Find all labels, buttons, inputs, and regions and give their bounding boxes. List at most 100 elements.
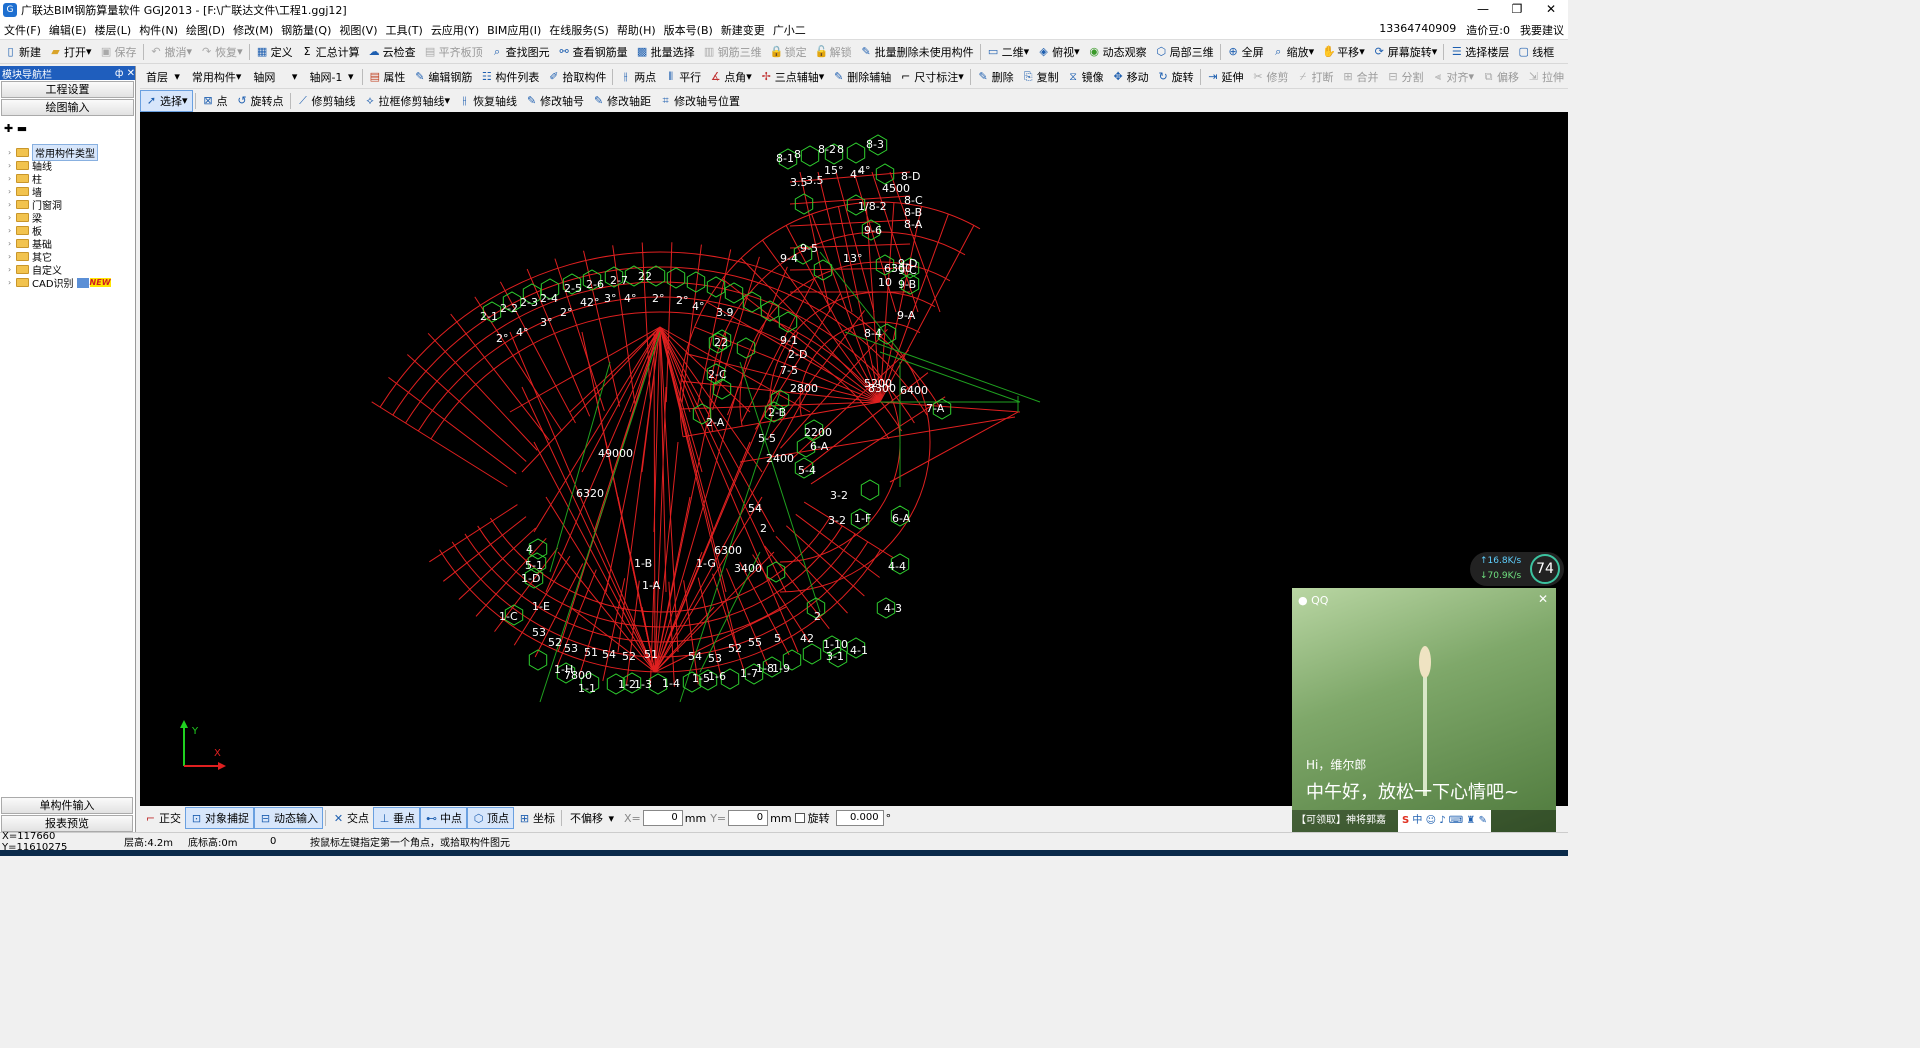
menu-modify[interactable]: 修改(M) xyxy=(229,22,277,38)
2d-button[interactable]: ▭ 二维 ▾ xyxy=(983,41,1034,63)
cloud-check-button[interactable]: ☁ 云检查 xyxy=(364,41,420,63)
tree-item-opening[interactable]: › 门窗洞 xyxy=(0,198,134,212)
object-snap-button[interactable]: ⊡ 对象捕捉 xyxy=(185,807,254,829)
midpoint-snap-button[interactable]: ⊷ 中点 xyxy=(420,807,467,829)
menu-assistant[interactable]: 广小二 xyxy=(769,22,810,38)
batch-select-button[interactable]: ▩ 批量选择 xyxy=(632,41,699,63)
ime-tray[interactable]: S 中 ☺ ♪ ⌨ ♜ ✎ xyxy=(1398,810,1491,832)
tree-item-column[interactable]: › 柱 xyxy=(0,172,134,186)
modify-axis-number-position-button[interactable]: ⌗ 修改轴号位置 xyxy=(655,90,744,112)
axis-number-bubble[interactable] xyxy=(800,145,820,167)
pan-button[interactable]: ✋ 平移 ▾ xyxy=(1318,41,1369,63)
suggest-button[interactable]: 我要建议 xyxy=(1520,22,1564,38)
tree-item-beam[interactable]: › 梁 xyxy=(0,211,134,225)
undo-button[interactable]: ↶ 撤消 ▾ xyxy=(146,41,197,63)
project-settings-button[interactable]: 工程设置 xyxy=(1,81,134,98)
screen-rotate-button[interactable]: ⟳ 屏幕旋转 ▾ xyxy=(1369,41,1442,63)
axis-number-bubble[interactable] xyxy=(802,643,822,665)
menu-version[interactable]: 版本号(B) xyxy=(660,22,717,38)
x-input[interactable]: 0 xyxy=(642,810,683,826)
menu-edit[interactable]: 编辑(E) xyxy=(45,22,91,38)
point-button[interactable]: ⊠ 点 xyxy=(198,90,232,112)
floor-select[interactable]: 首层 ▾ xyxy=(143,68,183,86)
tree-item-cad[interactable]: › CAD识别 NEW xyxy=(0,276,134,290)
extend-button[interactable]: ⇥ 延伸 xyxy=(1202,66,1247,88)
restore-button[interactable]: ❐ xyxy=(1500,0,1534,18)
define-button[interactable]: ▦ 定义 xyxy=(252,41,297,63)
close-button[interactable]: ✕ xyxy=(1534,0,1568,18)
menu-help[interactable]: 帮助(H) xyxy=(613,22,660,38)
axis-number-bubble[interactable] xyxy=(794,193,814,215)
menu-rebar-qty[interactable]: 钢筋量(Q) xyxy=(277,22,335,38)
save-button[interactable]: ▣ 保存 xyxy=(96,41,141,63)
minimize-button[interactable]: — xyxy=(1466,0,1500,18)
network-speed-widget[interactable]: ↑16.8K/s ↓70.9K/s 74 xyxy=(1470,552,1564,586)
intersection-snap-button[interactable]: ✕ 交点 xyxy=(328,807,373,829)
mirror-button[interactable]: ⧖ 镜像 xyxy=(1063,66,1108,88)
find-element-button[interactable]: ⌕ 查找图元 xyxy=(487,41,554,63)
menu-component[interactable]: 构件(N) xyxy=(135,22,182,38)
break-button[interactable]: ⌿ 打断 xyxy=(1292,66,1337,88)
axis-number-bubble[interactable] xyxy=(528,649,548,671)
expand-icon[interactable]: › xyxy=(8,226,16,235)
component-type-select[interactable]: 常用构件 ▾ xyxy=(189,68,245,86)
qq-promo-bar[interactable]: 【可领取】神将郭嘉 S 中 ☺ ♪ ⌨ ♜ ✎ xyxy=(1292,810,1556,832)
expand-icon[interactable]: › xyxy=(8,252,16,261)
split-button[interactable]: ⊟ 分割 xyxy=(1382,66,1427,88)
zoom-button[interactable]: ⌕ 缩放 ▾ xyxy=(1268,41,1319,63)
menu-draw[interactable]: 绘图(D) xyxy=(182,22,229,38)
top-view-button[interactable]: ◈ 俯视 ▾ xyxy=(1033,41,1084,63)
component-list-button[interactable]: ☷ 构件列表 xyxy=(476,66,543,88)
menu-online[interactable]: 在线服务(S) xyxy=(545,22,613,38)
properties-button[interactable]: ▤ 属性 xyxy=(364,66,409,88)
tree-item-common[interactable]: › 常用构件类型 xyxy=(0,144,134,161)
batch-delete-unused-button[interactable]: ✎ 批量删除未使用构件 xyxy=(856,41,978,63)
expand-icon[interactable]: › xyxy=(8,174,16,183)
offset-select[interactable]: 不偏移 ▾ xyxy=(567,809,617,827)
trim-axis-button[interactable]: ⟋ 修剪轴线 xyxy=(293,90,360,112)
select-button[interactable]: ➚ 选择 ▾ xyxy=(140,89,193,112)
axis-net-select[interactable]: 轴网-1 ▾ xyxy=(306,68,356,86)
view-rebar-qty-button[interactable]: ⚯ 查看钢筋量 xyxy=(554,41,632,63)
menu-bim[interactable]: BIM应用(I) xyxy=(483,22,545,38)
tree-item-other[interactable]: › 其它 xyxy=(0,250,134,264)
unlock-button[interactable]: 🔓 解锁 xyxy=(811,41,856,63)
tree-item-slab[interactable]: › 板 xyxy=(0,224,134,238)
y-input[interactable]: 0 xyxy=(728,810,769,826)
align-slab-top-button[interactable]: ▤ 平齐板顶 xyxy=(420,41,487,63)
ortho-button[interactable]: ⌐ 正交 xyxy=(140,807,185,829)
single-component-input-button[interactable]: 单构件输入 xyxy=(1,797,133,814)
expand-icon[interactable]: › xyxy=(8,200,16,209)
pick-component-button[interactable]: ✐ 拾取构件 xyxy=(543,66,610,88)
vertex-snap-button[interactable]: ⬡ 顶点 xyxy=(467,807,514,829)
edit-rebar-button[interactable]: ✎ 编辑钢筋 xyxy=(409,66,476,88)
box-trim-axis-button[interactable]: ⟡ 拉框修剪轴线 ▾ xyxy=(360,90,455,112)
menu-floor[interactable]: 楼层(L) xyxy=(90,22,135,38)
stretch-button[interactable]: ⇲ 拉伸 xyxy=(1523,66,1568,88)
menu-tools[interactable]: 工具(T) xyxy=(382,22,427,38)
expand-all-icon[interactable]: ✚ xyxy=(4,122,13,135)
move-button[interactable]: ✥ 移动 xyxy=(1108,66,1153,88)
report-preview-button[interactable]: 报表预览 xyxy=(1,815,133,832)
copy-button[interactable]: ⎘ 复制 xyxy=(1018,66,1063,88)
redo-button[interactable]: ↷ 恢复 ▾ xyxy=(196,41,247,63)
new-button[interactable]: ▯ 新建 xyxy=(0,41,45,63)
merge-button[interactable]: ⊞ 合并 xyxy=(1337,66,1382,88)
axis-number-bubble[interactable] xyxy=(666,267,686,289)
pin-icon[interactable]: ф xyxy=(115,68,124,79)
wireframe-button[interactable]: ▢ 线框 xyxy=(1513,41,1558,63)
menu-file[interactable]: 文件(F) xyxy=(0,22,45,38)
align-button[interactable]: ⫷ 对齐 ▾ xyxy=(1427,66,1478,88)
axis-number-bubble[interactable] xyxy=(860,479,880,501)
menu-view[interactable]: 视图(V) xyxy=(335,22,381,38)
collapse-all-icon[interactable]: ▬ xyxy=(17,122,27,135)
select-floor-button[interactable]: ☰ 选择楼层 xyxy=(1446,41,1513,63)
phone-number[interactable]: 13364740909 xyxy=(1379,22,1456,38)
dynamic-input-button[interactable]: ⊟ 动态输入 xyxy=(254,807,323,829)
tree-item-foundation[interactable]: › 基础 xyxy=(0,237,134,251)
rotate-point-button[interactable]: ↺ 旋转点 xyxy=(232,90,288,112)
axis-number-bubble[interactable] xyxy=(846,142,866,164)
modify-axis-number-button[interactable]: ✎ 修改轴号 xyxy=(521,90,588,112)
offset-button[interactable]: ⧉ 偏移 xyxy=(1478,66,1523,88)
modify-axis-distance-button[interactable]: ✎ 修改轴距 xyxy=(588,90,655,112)
